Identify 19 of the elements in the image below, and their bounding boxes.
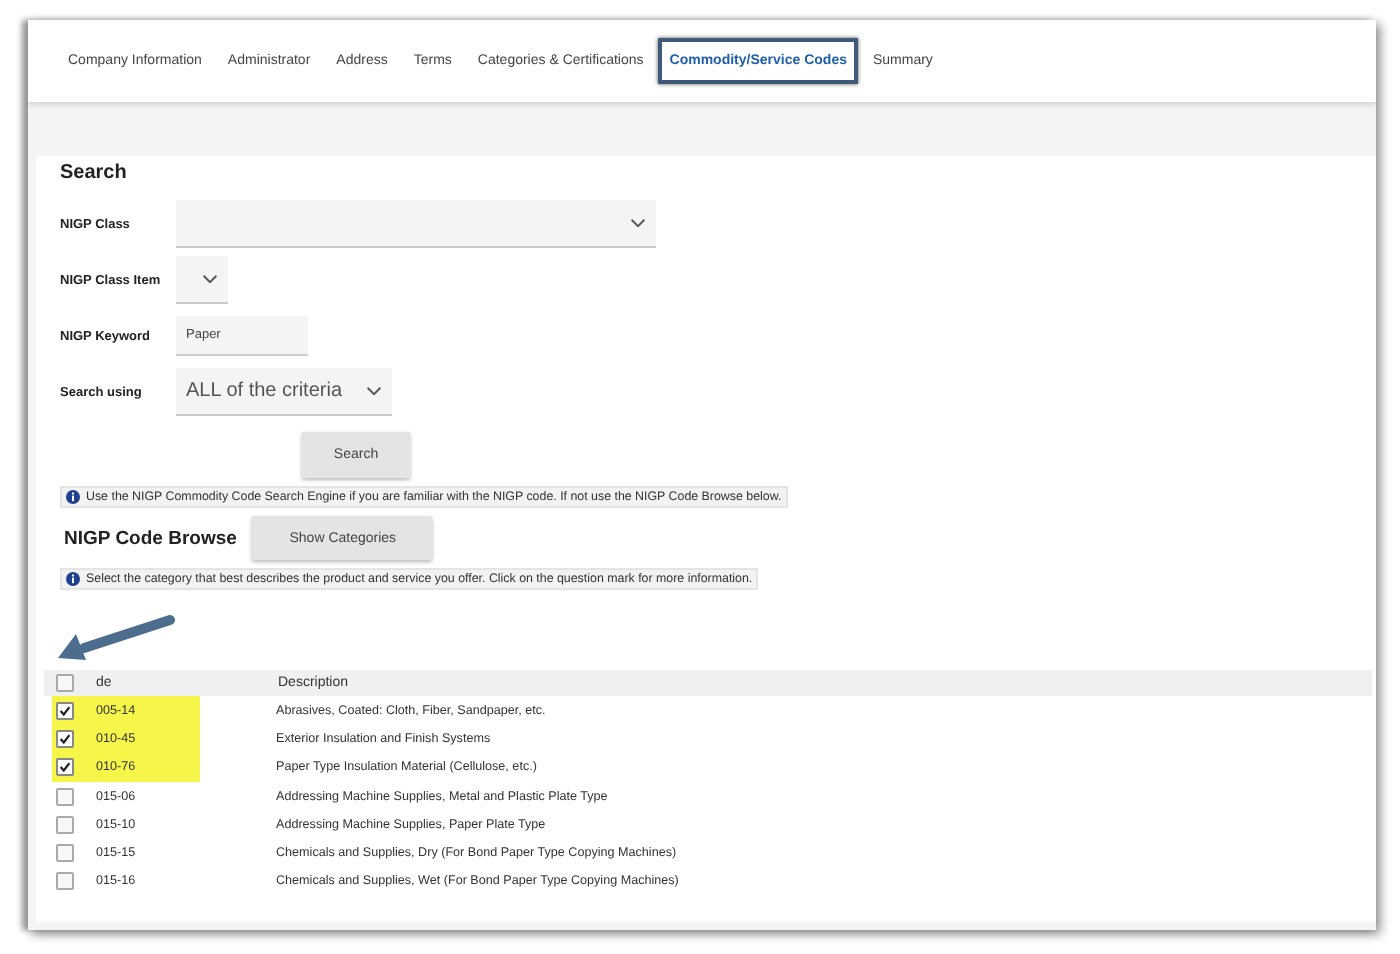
checkbox[interactable]	[56, 674, 74, 692]
chevron-down-icon	[202, 274, 218, 284]
section-title: NIGP Code Browse	[64, 527, 237, 549]
info-icon	[66, 572, 80, 586]
checkbox[interactable]	[56, 787, 74, 806]
checkbox[interactable]	[56, 701, 74, 720]
section-title: Search	[60, 162, 129, 184]
checkbox[interactable]	[56, 872, 74, 891]
dropdown-field[interactable]	[176, 256, 228, 304]
dropdown-field[interactable]	[176, 200, 656, 248]
checkbox[interactable]	[56, 815, 74, 834]
chevron-down-icon	[366, 386, 382, 396]
info-icon	[66, 490, 80, 504]
checkbox[interactable]	[56, 844, 74, 863]
arrow-annotation	[56, 614, 176, 662]
chevron-down-icon	[630, 218, 646, 228]
checkbox[interactable]	[56, 729, 74, 748]
checkbox[interactable]	[56, 758, 74, 777]
dropdown-field[interactable]: ALL of the criteria	[176, 368, 392, 416]
